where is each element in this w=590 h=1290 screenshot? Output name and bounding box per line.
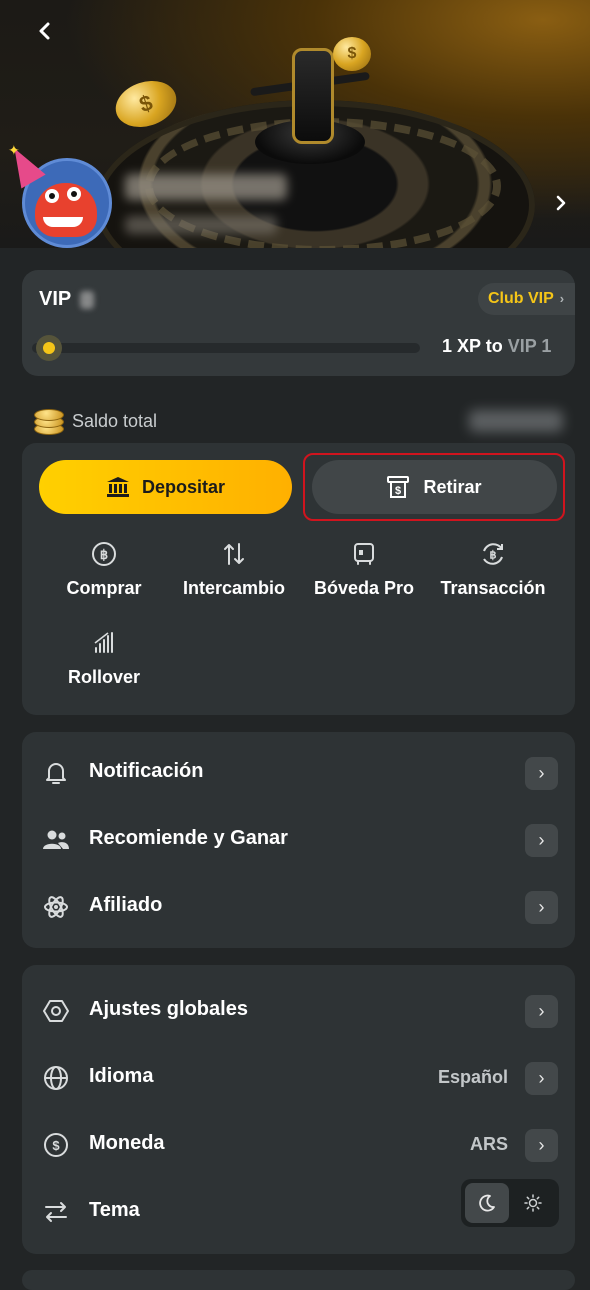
username-redacted xyxy=(125,174,287,200)
atom-icon xyxy=(44,896,68,918)
light-theme-option[interactable] xyxy=(511,1183,555,1223)
users-icon xyxy=(43,830,69,849)
chevron-right-icon: › xyxy=(559,291,565,306)
xp-to-next-level: 1 XP to VIP 1 xyxy=(442,336,551,357)
menu-card-settings: Ajustes globales › Idioma Español › $ Mo… xyxy=(22,965,575,1254)
club-vip-button[interactable]: Club VIP › xyxy=(478,283,575,315)
menu-item-notifications[interactable]: Notificación › xyxy=(22,745,575,801)
menu-item-label: Ajustes globales xyxy=(89,998,248,1020)
back-button[interactable] xyxy=(30,18,60,48)
xp-text: 1 XP to xyxy=(442,336,503,356)
selected-currency: ARS xyxy=(469,1134,508,1154)
menu-item-currency[interactable]: $ Moneda ARS › xyxy=(22,1117,575,1173)
deposit-button[interactable]: Depositar xyxy=(39,460,292,514)
avatar-mascot xyxy=(35,183,97,237)
svg-text:$: $ xyxy=(52,1138,60,1153)
avatar-mouth xyxy=(43,217,83,227)
avatar-eye xyxy=(67,187,81,201)
withdraw-receipt-icon: $ xyxy=(387,476,410,498)
chevron-left-icon xyxy=(39,22,50,40)
menu-item-label: Afiliado xyxy=(89,894,163,916)
wallet-card: Depositar $ Retirar ฿ Comprar Intercambi… xyxy=(22,443,575,715)
withdraw-label: Retirar xyxy=(423,476,482,497)
swap-arrows-icon xyxy=(224,543,244,565)
bell-icon xyxy=(46,763,66,784)
total-balance-row: Saldo total xyxy=(22,402,575,442)
vip-label: VIP xyxy=(39,288,72,310)
menu-card-account: Notificación › Recomiende y Ganar › Afil… xyxy=(22,732,575,948)
vip-card: VIP Club VIP › 1 XP to VIP 1 xyxy=(22,270,575,376)
menu-item-label: Moneda xyxy=(89,1132,165,1154)
menu-item-theme: Tema xyxy=(22,1179,575,1240)
exchange-label: Intercambio xyxy=(182,578,286,598)
next-menu-card xyxy=(22,1270,575,1290)
menu-item-language[interactable]: Idioma Español › xyxy=(22,1050,575,1106)
menu-item-global-settings[interactable]: Ajustes globales › xyxy=(22,983,575,1039)
transaction-label: Transacción xyxy=(440,578,546,598)
vip-level-redacted xyxy=(80,291,94,309)
chevron-right-icon[interactable]: › xyxy=(525,824,558,857)
svg-text:฿: ฿ xyxy=(490,550,497,562)
next-banner-button[interactable] xyxy=(548,190,574,220)
rollover-button[interactable]: Rollover xyxy=(39,629,169,699)
svg-text:฿: ฿ xyxy=(100,547,108,562)
menu-item-label: Recomiende y Ganar xyxy=(89,827,288,849)
star-icon: ✦ xyxy=(8,142,20,158)
svg-text:$: $ xyxy=(395,485,401,497)
menu-item-refer-and-earn[interactable]: Recomiende y Ganar › xyxy=(22,812,575,868)
chevron-right-icon[interactable]: › xyxy=(525,995,558,1028)
chevron-right-icon[interactable]: › xyxy=(525,757,558,790)
exchange-button[interactable]: Intercambio xyxy=(169,540,299,610)
menu-item-label: Notificación xyxy=(89,760,204,782)
next-vip-level: VIP 1 xyxy=(507,336,552,356)
moon-icon xyxy=(479,1194,495,1212)
selected-language: Español xyxy=(437,1067,508,1087)
deposit-label: Depositar xyxy=(141,476,226,497)
buy-label: Comprar xyxy=(66,578,142,598)
vault-pro-button[interactable]: Bóveda Pro xyxy=(299,540,429,610)
vip-progress-bar xyxy=(32,335,420,361)
vault-pro-label: Bóveda Pro xyxy=(313,578,415,598)
menu-item-label: Idioma xyxy=(89,1065,154,1087)
transaction-icon: ฿ xyxy=(483,543,503,565)
coin-icon: $ xyxy=(333,37,371,71)
bar-chart-icon xyxy=(94,632,113,653)
swap-horizontal-icon xyxy=(45,1202,67,1222)
bitcoin-icon: ฿ xyxy=(92,542,116,566)
total-balance-label: Saldo total xyxy=(72,411,158,431)
club-vip-label: Club VIP xyxy=(488,290,554,307)
sun-icon xyxy=(524,1194,542,1212)
roulette-spindle xyxy=(292,48,334,144)
profile-banner: $ $ ✦ xyxy=(0,0,590,248)
globe-icon xyxy=(44,1066,68,1090)
transaction-button[interactable]: ฿ Transacción xyxy=(428,540,558,610)
total-balance-value-redacted xyxy=(469,410,563,432)
menu-item-label: Tema xyxy=(89,1199,140,1221)
chevron-right-icon[interactable]: › xyxy=(525,1129,558,1162)
rollover-label: Rollover xyxy=(67,667,141,687)
dark-theme-option[interactable] xyxy=(465,1183,509,1223)
bank-icon xyxy=(106,477,129,497)
chevron-right-icon[interactable]: › xyxy=(525,891,558,924)
chevron-right-icon xyxy=(556,195,566,211)
chevron-right-icon[interactable]: › xyxy=(525,1062,558,1095)
menu-item-affiliate[interactable]: Afiliado › xyxy=(22,879,575,935)
user-id-redacted xyxy=(125,216,277,234)
vault-icon xyxy=(354,543,374,565)
theme-toggle xyxy=(461,1179,559,1227)
buy-button[interactable]: ฿ Comprar xyxy=(39,540,169,610)
hexagon-settings-icon xyxy=(43,1000,69,1022)
avatar-eye xyxy=(45,189,59,203)
vip-progress-indicator xyxy=(36,335,62,361)
withdraw-button[interactable]: $ Retirar xyxy=(312,460,557,514)
dollar-circle-icon: $ xyxy=(44,1133,68,1157)
coins-icon xyxy=(34,407,64,435)
